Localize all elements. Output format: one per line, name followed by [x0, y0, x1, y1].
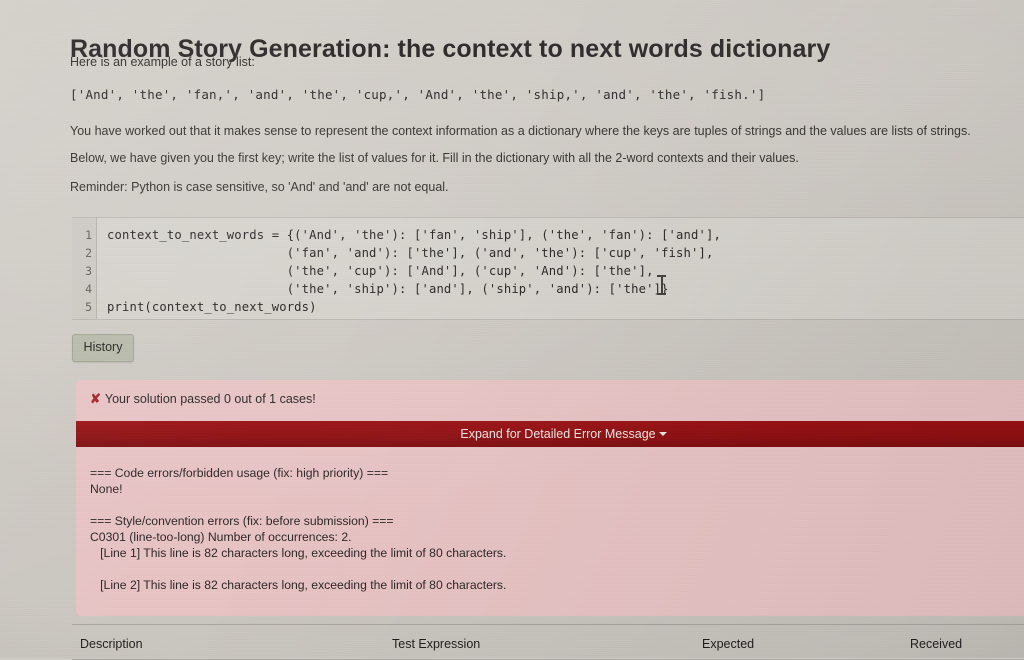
- text-cursor-icon: [657, 275, 666, 295]
- line-number: 2: [85, 246, 92, 260]
- solution-status-text: ✘ Your solution passed 0 out of 1 cases!: [90, 391, 316, 407]
- error-line-spacer: [90, 497, 1020, 513]
- error-line: === Style/convention errors (fix: before…: [90, 514, 394, 528]
- line-number: 3: [85, 264, 92, 278]
- code-line: ('the', 'cup'): ['And'], ('cup', 'And'):…: [107, 264, 654, 278]
- expand-error-message-button[interactable]: Expand for Detailed Error Message: [76, 421, 1024, 447]
- intro-text: Here is an example of a story list:: [70, 55, 255, 69]
- x-mark-icon: ✘: [90, 391, 101, 406]
- error-line: [Line 2] This line is 82 characters long…: [90, 578, 507, 592]
- code-line: print(context_to_next_words): [107, 300, 317, 314]
- page-root: Random Story Generation: the context to …: [0, 0, 1024, 660]
- code-line: context_to_next_words = {('And', 'the'):…: [107, 228, 721, 242]
- story-list-example: ['And', 'the', 'fan,', 'and', 'the', 'cu…: [70, 87, 766, 102]
- error-line: C0301 (line-too-long) Number of occurren…: [90, 530, 352, 544]
- code-text-area[interactable]: context_to_next_words = {('And', 'the'):…: [97, 218, 1024, 319]
- column-header-description: Description: [80, 637, 143, 651]
- history-button[interactable]: History: [72, 334, 134, 362]
- instruction-paragraph-1: You have worked out that it makes sense …: [70, 124, 971, 138]
- column-header-expected: Expected: [702, 637, 755, 651]
- editor-line-number-gutter: 1 2 3 4 5: [72, 218, 97, 319]
- code-line: ('fan', 'and'): ['the'], ('and', 'the'):…: [107, 246, 714, 260]
- status-message: Your solution passed 0 out of 1 cases!: [104, 392, 316, 406]
- error-line: [Line 1] This line is 82 characters long…: [90, 546, 507, 560]
- column-header-test-expression: Test Expression: [392, 637, 481, 651]
- error-line: None!: [90, 482, 123, 496]
- test-results-alert-panel: ✘ Your solution passed 0 out of 1 cases! …: [76, 380, 1024, 616]
- instruction-paragraph-2: Below, we have given you the first key; …: [70, 151, 799, 165]
- chevron-down-icon: [658, 432, 667, 436]
- line-number: 1: [85, 228, 92, 242]
- line-number: 4: [85, 282, 92, 296]
- results-table-header: Description Test Expression Expected Rec…: [72, 624, 1024, 660]
- code-line: ('the', 'ship'): ['and'], ('ship', 'and'…: [107, 282, 669, 296]
- detailed-error-message: === Code errors/forbidden usage (fix: hi…: [90, 465, 1020, 593]
- line-number: 5: [85, 300, 92, 314]
- expand-error-message-label: Expand for Detailed Error Message: [460, 427, 656, 441]
- instruction-paragraph-3: Reminder: Python is case sensitive, so '…: [70, 180, 449, 194]
- error-line: === Code errors/forbidden usage (fix: hi…: [90, 466, 389, 480]
- error-line-spacer: [90, 561, 1020, 577]
- code-editor[interactable]: 1 2 3 4 5 context_to_next_words = {('And…: [72, 217, 1024, 320]
- column-header-received: Received: [910, 637, 963, 651]
